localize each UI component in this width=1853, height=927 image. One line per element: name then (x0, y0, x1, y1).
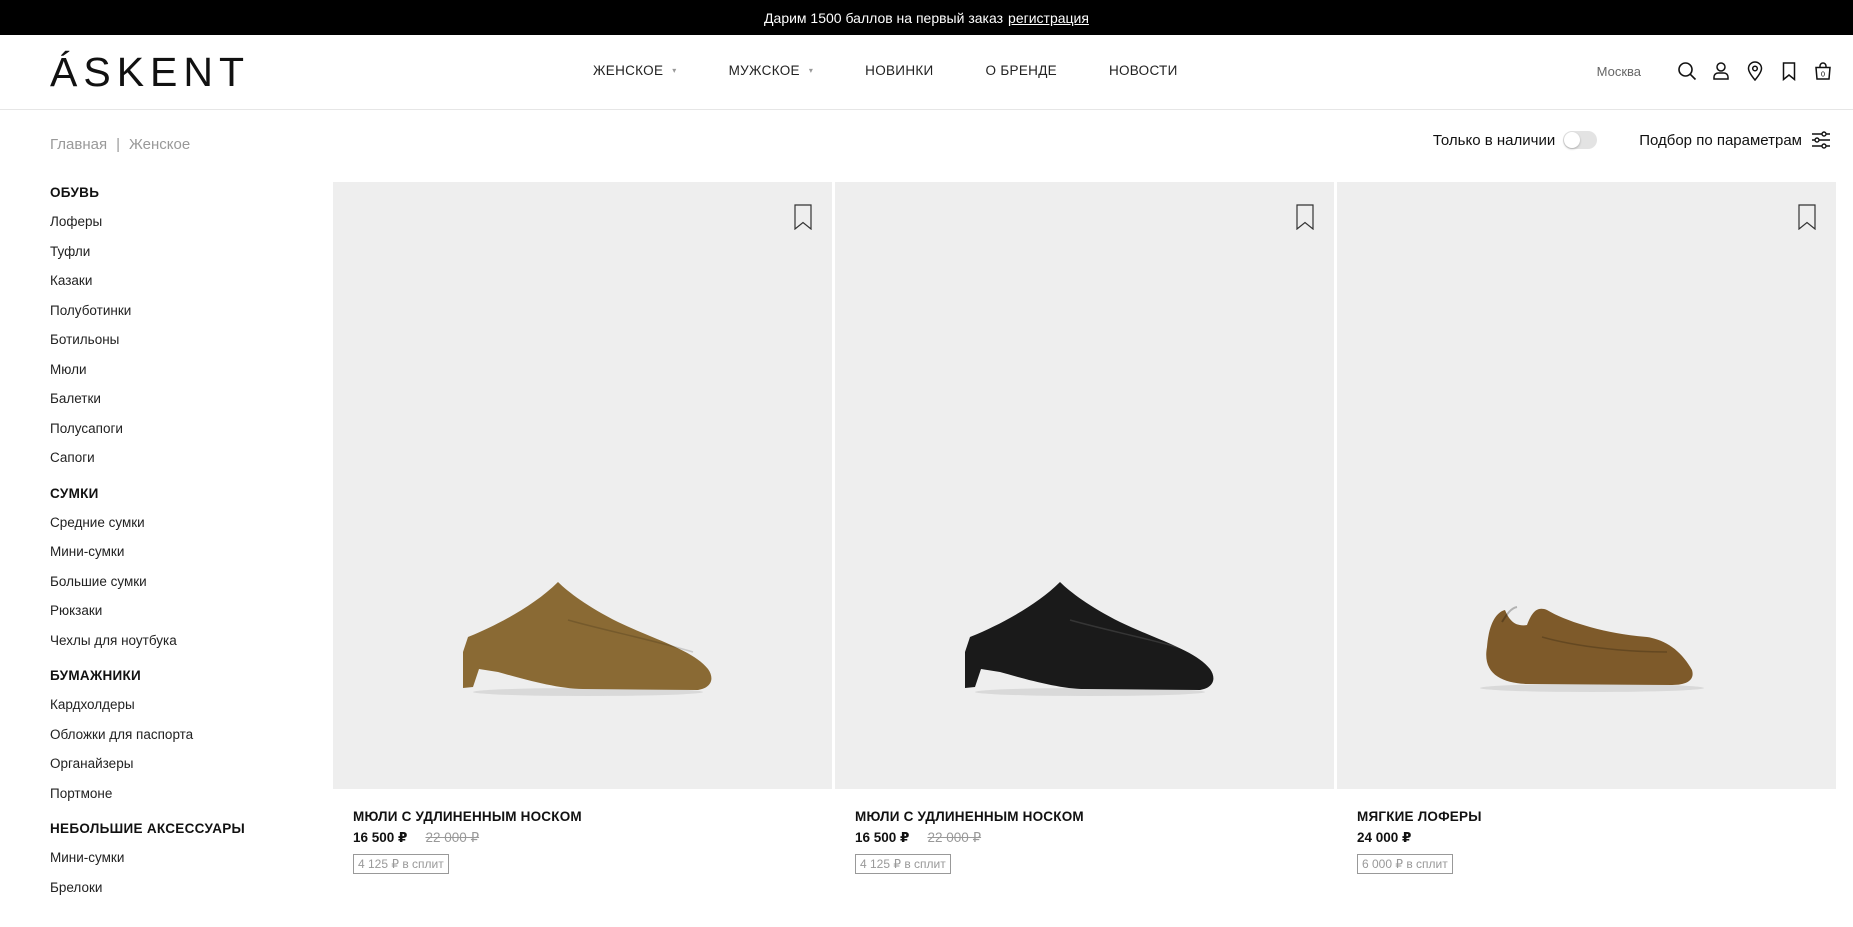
filter-button[interactable]: Подбор по параметрам (1639, 131, 1831, 149)
header-actions: Москва 0 (1597, 61, 1833, 81)
bookmark-icon[interactable] (794, 204, 812, 230)
mule-shoe-image (965, 582, 1214, 696)
breadcrumb: Главная | Женское (50, 136, 190, 153)
category-item[interactable]: Мюли (50, 360, 300, 390)
product-card: МЮЛИ С УДЛИНЕННЫМ НОСКОМ 16 500 ₽ 22 000… (835, 182, 1334, 874)
catalog-toolbar: Только в наличии Подбор по параметрам (1433, 131, 1831, 149)
category-title[interactable]: НЕБОЛЬШИЕ АКСЕССУАРЫ (50, 819, 300, 839)
nav-item-label: НОВОСТИ (1108, 63, 1178, 78)
loafer-shoe-image (1480, 606, 1704, 692)
category-title[interactable]: ОБУВЬ (50, 183, 300, 203)
header: ÁSKENT ЖЕНСКОЕ ▾ МУЖСКОЕ ▾ НОВИНКИ О БРЕ… (0, 35, 1853, 110)
category-item[interactable]: Мини-сумки (50, 542, 300, 572)
product-prices: 16 500 ₽ 22 000 ₽ (855, 830, 1314, 846)
category-title[interactable]: БУМАЖНИКИ (50, 666, 300, 686)
category-item[interactable]: Полусапоги (50, 419, 300, 449)
product-price: 24 000 ₽ (1357, 830, 1412, 845)
bookmark-icon[interactable] (1798, 204, 1816, 230)
category-item[interactable]: Средние сумки (50, 513, 300, 543)
cart-count: 0 (1821, 71, 1825, 79)
in-stock-label: Только в наличии (1432, 131, 1556, 149)
promo-register-link[interactable]: регистрация (1008, 10, 1089, 26)
in-stock-toggle[interactable] (1563, 131, 1598, 149)
category-item[interactable]: Брелоки (50, 878, 300, 908)
category-item[interactable]: Кардхолдеры (50, 695, 300, 725)
location-pin-icon[interactable] (1745, 61, 1765, 81)
product-price: 16 500 ₽ (855, 830, 910, 845)
product-info: МЮЛИ С УДЛИНЕННЫМ НОСКОМ 16 500 ₽ 22 000… (333, 789, 832, 874)
nav-item-men[interactable]: МУЖСКОЕ ▾ (729, 63, 814, 78)
split-payment-badge: 4 125 ₽ в сплит (855, 854, 951, 874)
product-title[interactable]: МЮЛИ С УДЛИНЕННЫМ НОСКОМ (353, 809, 812, 824)
nav-item-women[interactable]: ЖЕНСКОЕ ▾ (593, 63, 677, 78)
chevron-down-icon: ▾ (808, 66, 814, 75)
category-item[interactable]: Мини-сумки (50, 848, 300, 878)
breadcrumb-current[interactable]: Женское (129, 136, 190, 153)
nav-item-label: НОВИНКИ (865, 63, 934, 78)
product-title[interactable]: МЮЛИ С УДЛИНЕННЫМ НОСКОМ (855, 809, 1314, 824)
promo-text: Дарим 1500 баллов на первый заказ (764, 9, 1004, 26)
nav-item-label: О БРЕНДЕ (985, 63, 1057, 78)
breadcrumb-home[interactable]: Главная (50, 136, 107, 153)
category-item[interactable]: Лоферы (50, 212, 300, 242)
filter-sliders-icon (1812, 131, 1830, 149)
product-image[interactable] (333, 182, 832, 789)
category-item[interactable]: Сапоги (50, 448, 300, 478)
bookmark-icon[interactable] (1779, 61, 1799, 81)
nav-item-label: МУЖСКОЕ (728, 63, 800, 78)
product-card: МЯГКИЕ ЛОФЕРЫ 24 000 ₽ 6 000 ₽ в сплит (1337, 182, 1836, 874)
toggle-knob (1564, 132, 1581, 148)
mule-shoe-image (463, 582, 712, 696)
nav-item-label: ЖЕНСКОЕ (593, 63, 664, 78)
category-item[interactable]: Большие сумки (50, 572, 300, 602)
nav-item-new[interactable]: НОВИНКИ (865, 63, 933, 78)
product-image[interactable] (835, 182, 1334, 789)
category-group-bags: СУМКИ Средние сумки Мини-сумки Большие с… (50, 484, 300, 661)
category-item[interactable]: Органайзеры (50, 754, 300, 784)
product-card: МЮЛИ С УДЛИНЕННЫМ НОСКОМ 16 500 ₽ 22 000… (333, 182, 832, 874)
category-item[interactable]: Балетки (50, 389, 300, 419)
category-group-accessories: НЕБОЛЬШИЕ АКСЕССУАРЫ Мини-сумки Брелоки (50, 819, 300, 907)
category-item[interactable]: Казаки (50, 271, 300, 301)
product-prices: 24 000 ₽ (1357, 830, 1816, 846)
chevron-down-icon: ▾ (672, 66, 677, 75)
category-item[interactable]: Ботильоны (50, 330, 300, 360)
category-item[interactable]: Полуботинки (50, 301, 300, 331)
category-item[interactable]: Туфли (50, 242, 300, 272)
cart-icon[interactable]: 0 (1813, 61, 1833, 81)
search-icon[interactable] (1677, 61, 1697, 81)
category-group-wallets: БУМАЖНИКИ Кардхолдеры Обложки для паспор… (50, 666, 300, 813)
city-selector[interactable]: Москва (1597, 64, 1641, 79)
product-grid: МЮЛИ С УДЛИНЕННЫМ НОСКОМ 16 500 ₽ 22 000… (333, 182, 1836, 874)
category-sidebar: ОБУВЬ Лоферы Туфли Казаки Полуботинки Бо… (50, 183, 300, 913)
bookmark-icon[interactable] (1296, 204, 1314, 230)
product-image[interactable] (1337, 182, 1836, 789)
category-item[interactable]: Чехлы для ноутбука (50, 631, 300, 661)
category-item[interactable]: Обложки для паспорта (50, 725, 300, 755)
nav-item-about[interactable]: О БРЕНДЕ (986, 63, 1057, 78)
product-prices: 16 500 ₽ 22 000 ₽ (353, 830, 812, 846)
product-price: 16 500 ₽ (353, 830, 408, 845)
user-icon[interactable] (1711, 61, 1731, 81)
category-title[interactable]: СУМКИ (50, 484, 300, 504)
product-info: МЮЛИ С УДЛИНЕННЫМ НОСКОМ 16 500 ₽ 22 000… (835, 789, 1334, 874)
main-nav: ЖЕНСКОЕ ▾ МУЖСКОЕ ▾ НОВИНКИ О БРЕНДЕ НОВ… (593, 63, 1230, 78)
product-old-price: 22 000 ₽ (927, 830, 982, 845)
nav-item-news[interactable]: НОВОСТИ (1109, 63, 1178, 78)
category-item[interactable]: Рюкзаки (50, 601, 300, 631)
brand-logo[interactable]: ÁSKENT (50, 49, 250, 95)
split-payment-badge: 4 125 ₽ в сплит (353, 854, 449, 874)
category-group-shoes: ОБУВЬ Лоферы Туфли Казаки Полуботинки Бо… (50, 183, 300, 478)
filter-label: Подбор по параметрам (1639, 131, 1802, 149)
split-payment-badge: 6 000 ₽ в сплит (1357, 854, 1453, 874)
product-title[interactable]: МЯГКИЕ ЛОФЕРЫ (1357, 809, 1816, 824)
promo-bar: Дарим 1500 баллов на первый заказ регист… (0, 0, 1853, 35)
category-item[interactable]: Портмоне (50, 784, 300, 814)
breadcrumb-separator: | (116, 136, 120, 153)
product-info: МЯГКИЕ ЛОФЕРЫ 24 000 ₽ 6 000 ₽ в сплит (1337, 789, 1836, 874)
product-old-price: 22 000 ₽ (425, 830, 480, 845)
